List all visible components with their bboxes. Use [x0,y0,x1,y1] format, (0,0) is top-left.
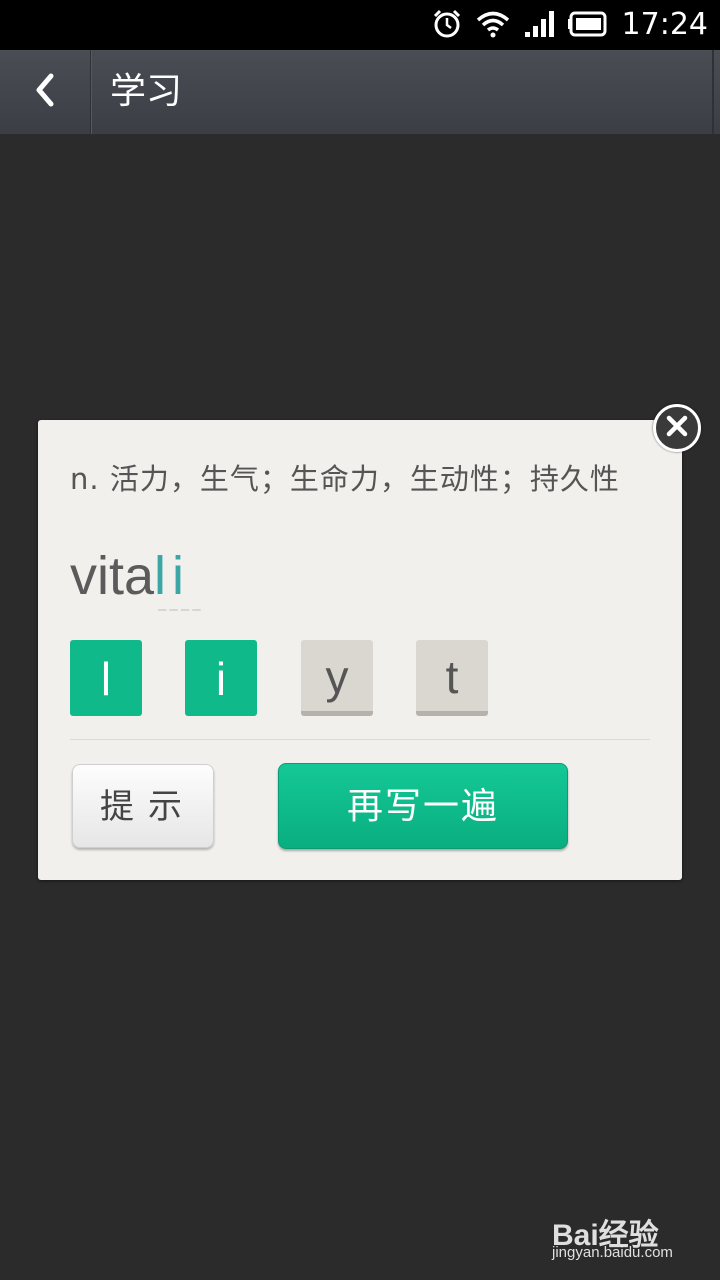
title-bar: 学习 [0,50,720,135]
page-title: 学习 [110,71,183,112]
status-time: 17:24 [621,7,708,42]
spelling-dialog: n. 活力，生气；生命力，生动性；持久性 vitali ———— l i y t… [38,420,682,880]
letter-key-4[interactable]: t [416,640,488,716]
rewrite-button[interactable]: 再写一遍 [278,763,568,849]
battery-icon [568,11,608,41]
baidu-watermark: Bai经验 jingyan.baidu.com [552,1200,712,1270]
status-bar: 17:24 [0,0,720,50]
word-spelling: vitali [70,546,190,606]
divider [70,739,650,740]
back-button[interactable] [0,50,91,134]
letter-blanks: ———— [158,602,204,618]
alarm-icon [432,9,462,43]
word-known-part: vita [70,546,155,606]
signal-icon [524,10,554,42]
hint-button[interactable]: 提示 [72,764,214,848]
close-button[interactable] [653,404,701,452]
word-typed-part: li [154,546,191,606]
wifi-icon [476,10,510,42]
letter-key-3[interactable]: y [301,640,373,716]
status-icons [432,9,608,43]
title-bar-divider [712,50,714,134]
word-definition: n. 活力，生气；生命力，生动性；持久性 [70,462,620,496]
letter-key-1[interactable]: l [70,640,142,716]
letter-key-2[interactable]: i [185,640,257,716]
chevron-left-icon [34,73,56,111]
watermark-url: jingyan.baidu.com [552,1244,673,1261]
close-icon [665,414,689,442]
